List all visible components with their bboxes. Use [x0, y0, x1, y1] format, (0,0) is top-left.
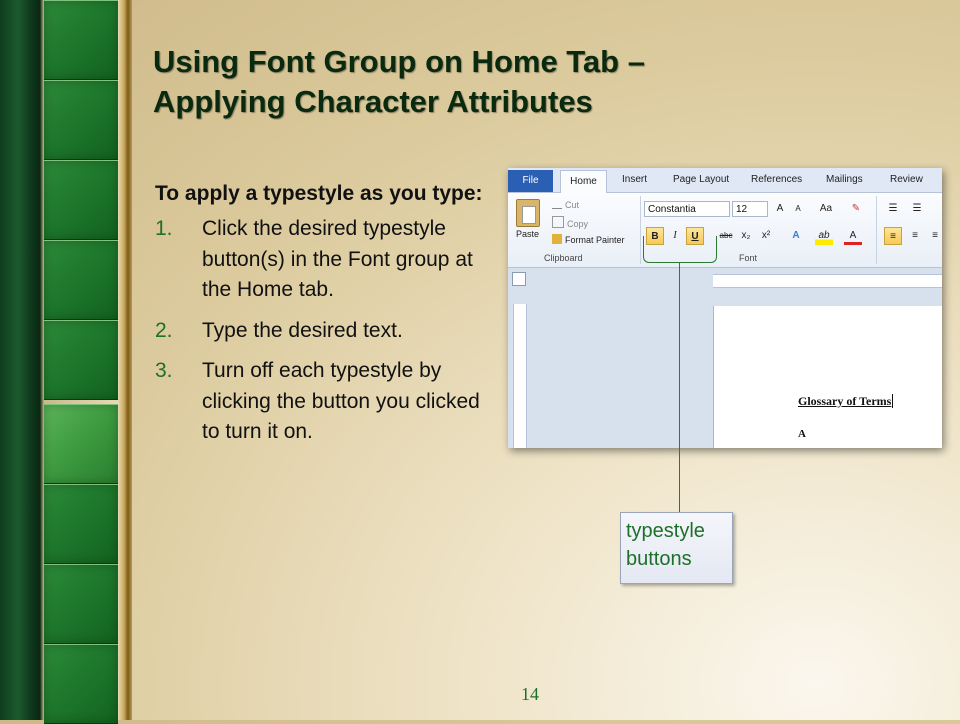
- tab-insert[interactable]: Insert: [622, 174, 647, 185]
- step-text: Turn off each typestyle by clicking the …: [202, 359, 480, 443]
- step-number: 3.: [155, 359, 173, 382]
- clear-formatting-button[interactable]: ✎: [847, 200, 865, 218]
- step-text: Click the desired typestyle button(s) in…: [202, 217, 473, 301]
- strikethrough-button[interactable]: abc: [717, 227, 735, 245]
- strip-tile: [44, 80, 118, 160]
- step-item: 3. Turn off each typestyle by clicking th…: [155, 356, 495, 448]
- copy-label: Copy: [567, 219, 589, 229]
- ribbon-tab-bar: File Home Insert Page Layout References …: [508, 168, 942, 193]
- document-page[interactable]: [713, 306, 942, 448]
- tab-page-layout[interactable]: Page Layout: [673, 174, 729, 185]
- numbering-icon[interactable]: ☰: [908, 200, 926, 218]
- format-painter-label: Format Painter: [565, 235, 625, 245]
- decorative-green-strip: [0, 0, 132, 724]
- clipboard-icon[interactable]: [516, 199, 540, 227]
- format-painter-button[interactable]: Format Painter: [552, 234, 625, 245]
- intro-text: To apply a typestyle as you type:: [155, 182, 483, 205]
- step-item: 2. Type the desired text.: [155, 316, 495, 347]
- tab-home[interactable]: Home: [560, 170, 607, 193]
- slide-title-line-2: Applying Character Attributes: [153, 84, 593, 119]
- strip-tile: [44, 644, 118, 724]
- tab-selector-icon[interactable]: [512, 272, 526, 286]
- font-group-label: Font: [739, 253, 758, 263]
- tab-mailings[interactable]: Mailings: [826, 174, 863, 185]
- grow-font-button[interactable]: A: [771, 200, 789, 218]
- cut-label: Cut: [565, 200, 580, 210]
- change-case-button[interactable]: Aa: [817, 200, 835, 218]
- font-size-box[interactable]: 12: [732, 201, 768, 217]
- strip-tile: [44, 404, 118, 484]
- strip-tile: [44, 320, 118, 400]
- scissors-icon: [552, 198, 562, 209]
- bullets-icon[interactable]: ☰: [884, 200, 902, 218]
- group-divider: [640, 196, 641, 264]
- document-heading: Glossary of Terms: [798, 394, 894, 409]
- typestyle-buttons-bracket: [643, 236, 717, 263]
- copy-icon: [552, 216, 564, 228]
- align-center-icon[interactable]: ≡: [906, 227, 924, 245]
- slide-title: Using Font Group on Home Tab – Applying …: [153, 42, 873, 122]
- tab-references[interactable]: References: [751, 174, 802, 185]
- strip-tile: [44, 484, 118, 564]
- superscript-button[interactable]: x²: [757, 227, 775, 245]
- callout-leader-line: [679, 262, 680, 512]
- strip-tile: [44, 240, 118, 320]
- document-heading-text: Glossary of Terms: [798, 394, 892, 408]
- steps-list: 1. Click the desired typestyle button(s) …: [155, 214, 495, 448]
- step-item: 1. Click the desired typestyle button(s) …: [155, 214, 495, 306]
- align-right-icon[interactable]: ≡: [926, 227, 942, 245]
- brush-icon: [552, 234, 562, 244]
- tab-file[interactable]: File: [508, 170, 553, 192]
- clipboard-group-label: Clipboard: [544, 253, 583, 263]
- slide-title-line-1: Using Font Group on Home Tab –: [153, 44, 645, 79]
- strip-tile: [44, 160, 118, 240]
- strip-tile: [44, 564, 118, 644]
- vertical-ruler[interactable]: [513, 304, 527, 448]
- ribbon-home: Paste Cut Copy Format Painter Clipboard …: [508, 193, 942, 268]
- step-number: 2.: [155, 318, 173, 342]
- strip-tile: [44, 0, 118, 80]
- align-left-icon[interactable]: ≡: [884, 227, 902, 245]
- document-letter: A: [798, 428, 806, 440]
- text-cursor: [892, 394, 894, 408]
- group-divider: [876, 196, 877, 264]
- highlight-button[interactable]: ab: [815, 227, 833, 245]
- cut-button[interactable]: Cut: [552, 198, 579, 210]
- horizontal-ruler[interactable]: [713, 274, 942, 288]
- font-name-box[interactable]: Constantia: [644, 201, 730, 217]
- word-screenshot: File Home Insert Page Layout References …: [508, 168, 942, 448]
- callout-box: typestyle buttons: [620, 512, 733, 584]
- font-color-button[interactable]: A: [844, 227, 862, 245]
- copy-button[interactable]: Copy: [552, 216, 588, 229]
- step-text: Type the desired text.: [202, 318, 403, 342]
- tab-review[interactable]: Review: [890, 174, 923, 185]
- shrink-font-button[interactable]: A: [789, 200, 807, 218]
- paste-button[interactable]: Paste: [516, 229, 539, 239]
- subscript-button[interactable]: x₂: [737, 227, 755, 245]
- text-effects-button[interactable]: A: [787, 227, 805, 245]
- step-number: 1.: [155, 217, 173, 240]
- slide-body: To apply a typestyle as you type: 1. Clic…: [155, 178, 495, 458]
- slide-number: 14: [521, 684, 539, 704]
